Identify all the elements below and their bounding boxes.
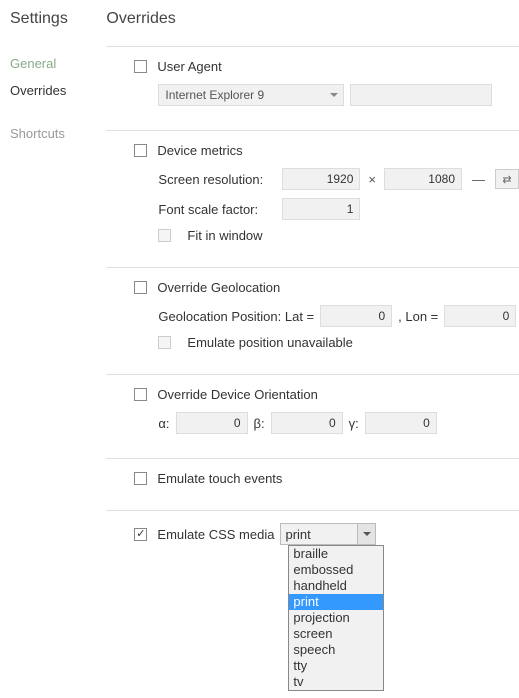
fit-in-window-checkbox[interactable]: [158, 229, 171, 242]
dash-symbol: —: [472, 172, 485, 187]
alpha-label: α:: [158, 416, 169, 431]
user-agent-custom-input[interactable]: [350, 84, 492, 106]
user-agent-select[interactable]: Internet Explorer 9: [158, 84, 344, 106]
css-media-option-print[interactable]: print: [289, 594, 383, 610]
longitude-input[interactable]: 0: [444, 305, 516, 327]
geolocation-checkbox[interactable]: [134, 281, 147, 294]
screen-width-input[interactable]: 1920: [282, 168, 360, 190]
divider: [106, 458, 519, 459]
orientation-label: Override Device Orientation: [157, 387, 317, 402]
divider: [106, 267, 519, 268]
orientation-checkbox[interactable]: [134, 388, 147, 401]
css-media-option-screen[interactable]: screen: [289, 626, 383, 642]
css-media-option-handheld[interactable]: handheld: [289, 578, 383, 594]
sidebar-item-overrides[interactable]: Overrides: [10, 83, 96, 98]
font-scale-label: Font scale factor:: [158, 202, 276, 217]
css-media-option-speech[interactable]: speech: [289, 642, 383, 658]
user-agent-label: User Agent: [157, 59, 221, 74]
css-media-select[interactable]: print: [280, 523, 376, 545]
gamma-input[interactable]: 0: [365, 412, 437, 434]
divider: [106, 130, 519, 131]
sidebar: Settings General Overrides Shortcuts: [10, 10, 96, 553]
device-metrics-checkbox[interactable]: [134, 144, 147, 157]
css-media-checkbox[interactable]: [134, 528, 147, 541]
css-media-option-embossed[interactable]: embossed: [289, 562, 383, 578]
lon-label: , Lon =: [398, 309, 438, 324]
gamma-label: γ:: [349, 416, 359, 431]
times-symbol: ×: [368, 172, 376, 187]
css-media-label: Emulate CSS media: [157, 527, 274, 542]
geolocation-position-label: Geolocation Position: Lat =: [158, 309, 314, 324]
divider: [106, 46, 519, 47]
sidebar-item-general[interactable]: General: [10, 56, 96, 71]
screen-height-input[interactable]: 1080: [384, 168, 462, 190]
beta-label: β:: [254, 416, 265, 431]
swap-resolution-button[interactable]: ⇄: [495, 169, 519, 189]
divider: [106, 374, 519, 375]
screen-resolution-label: Screen resolution:: [158, 172, 276, 187]
font-scale-input[interactable]: 1: [282, 198, 360, 220]
fit-in-window-label: Fit in window: [187, 228, 262, 243]
divider: [106, 510, 519, 511]
settings-title: Settings: [10, 10, 96, 28]
geolocation-label: Override Geolocation: [157, 280, 280, 295]
css-media-selected: print: [285, 527, 310, 542]
device-metrics-label: Device metrics: [157, 143, 242, 158]
chevron-down-icon[interactable]: [357, 524, 375, 544]
css-media-option-tty[interactable]: tty: [289, 658, 383, 674]
emulate-position-unavailable-label: Emulate position unavailable: [187, 335, 353, 350]
emulate-position-unavailable-checkbox[interactable]: [158, 336, 171, 349]
touch-events-label: Emulate touch events: [157, 471, 282, 486]
sidebar-item-shortcuts[interactable]: Shortcuts: [10, 126, 96, 141]
css-media-option-braille[interactable]: braille: [289, 546, 383, 562]
page-title: Overrides: [106, 10, 519, 28]
css-media-dropdown: brailleembossedhandheldprintprojectionsc…: [288, 545, 384, 691]
alpha-input[interactable]: 0: [176, 412, 248, 434]
user-agent-selected: Internet Explorer 9: [165, 88, 264, 102]
main-panel: Overrides User Agent Internet Explorer 9: [96, 10, 519, 553]
beta-input[interactable]: 0: [271, 412, 343, 434]
css-media-option-projection[interactable]: projection: [289, 610, 383, 626]
user-agent-checkbox[interactable]: [134, 60, 147, 73]
touch-events-checkbox[interactable]: [134, 472, 147, 485]
css-media-option-tv[interactable]: tv: [289, 674, 383, 690]
latitude-input[interactable]: 0: [320, 305, 392, 327]
